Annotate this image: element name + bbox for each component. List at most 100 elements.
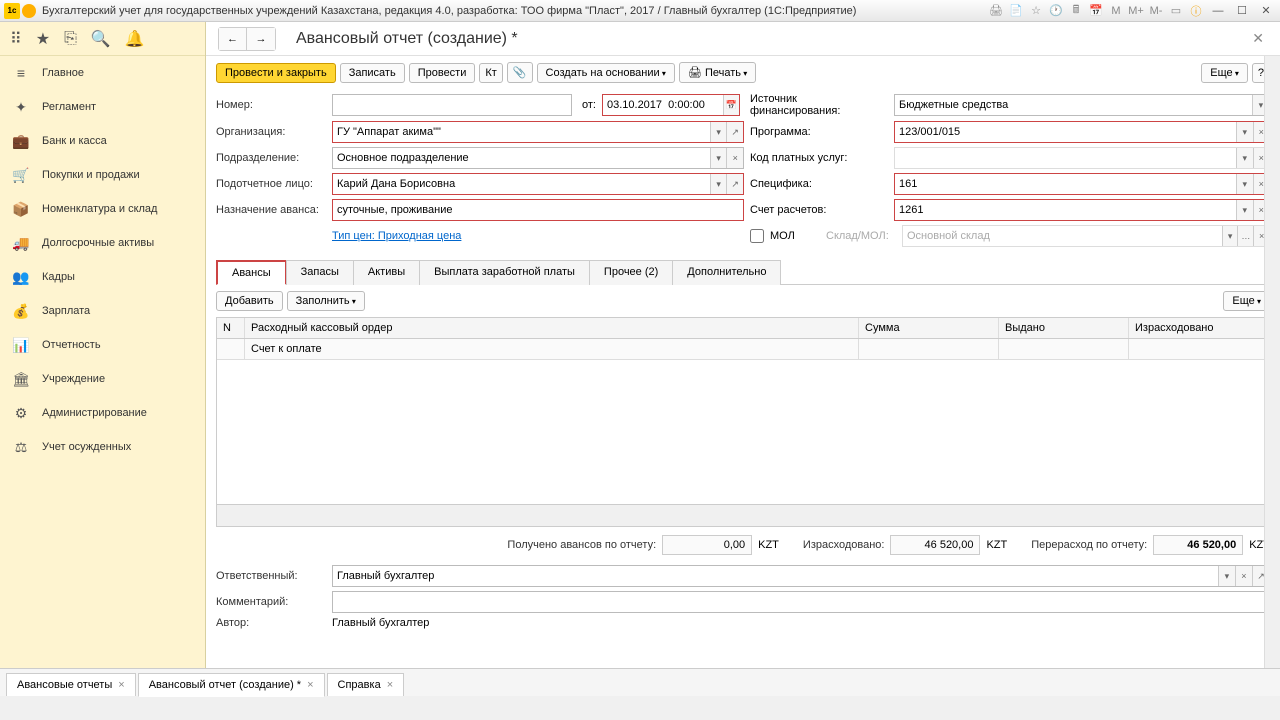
bell-icon[interactable]: 🔔 (125, 29, 145, 49)
tabs: Авансы Запасы Активы Выплата заработной … (216, 259, 1270, 285)
sidebar-item-assets[interactable]: 🚚Долгосрочные активы (0, 226, 205, 260)
mol-checkbox[interactable] (750, 229, 764, 243)
col-sum: Сумма (859, 318, 999, 338)
purpose-input[interactable] (332, 199, 744, 221)
scrollbar[interactable] (1264, 56, 1280, 668)
add-button[interactable]: Добавить (216, 291, 283, 311)
post-button[interactable]: Провести (409, 63, 476, 83)
sidebar-item-salary[interactable]: 💰Зарплата (0, 294, 205, 328)
close-button[interactable]: ✕ (1256, 3, 1276, 19)
apps-icon[interactable]: ⠿ (10, 29, 22, 49)
create-based-button[interactable]: Создать на основании ▾ (537, 63, 675, 83)
tab-extra[interactable]: Дополнительно (672, 260, 781, 285)
forward-button[interactable]: → (247, 28, 275, 50)
truck-icon: 🚚 (12, 235, 30, 252)
close-icon[interactable]: × (118, 679, 124, 691)
mplus-icon[interactable]: M+ (1128, 3, 1144, 19)
search-icon[interactable]: 🔍 (91, 29, 111, 49)
close-page-button[interactable]: ✕ (1248, 26, 1268, 51)
help-icon[interactable]: ⓘ (1188, 3, 1204, 19)
more-button-2[interactable]: Еще ▾ (1223, 291, 1270, 311)
favorite-icon[interactable]: ★ (36, 29, 50, 49)
save-button[interactable]: Записать (340, 63, 405, 83)
over-label: Перерасход по отчету: (1031, 539, 1147, 551)
sidebar-item-prison[interactable]: ⚖Учет осужденных (0, 430, 205, 464)
calendar-icon[interactable]: 📅 (1088, 3, 1104, 19)
print-button[interactable]: 🖨 Печать ▾ (679, 62, 756, 83)
bottom-tab-current[interactable]: Авансовый отчет (создание) *× (138, 673, 325, 697)
date-input[interactable]: 📅 (602, 94, 740, 116)
maximize-button[interactable]: ☐ (1232, 3, 1252, 19)
dropdown-icon[interactable]: ▾ (1236, 200, 1252, 220)
tab-other[interactable]: Прочее (2) (589, 260, 673, 285)
sidebar-item-main[interactable]: ≡Главное (0, 56, 205, 90)
paidcode-input[interactable]: ▾× (894, 147, 1270, 169)
sidebar-item-purchases[interactable]: 🛒Покупки и продажи (0, 158, 205, 192)
sidebar-item-reports[interactable]: 📊Отчетность (0, 328, 205, 362)
acct-input[interactable]: ▾× (894, 199, 1270, 221)
warehouse-input[interactable]: ▾…× (902, 225, 1270, 247)
fill-button[interactable]: Заполнить ▾ (287, 291, 365, 311)
dt-kt-button[interactable]: Кт (479, 63, 502, 83)
panel-icon[interactable]: ▭ (1168, 3, 1184, 19)
post-close-button[interactable]: Провести и закрыть (216, 63, 336, 83)
dropdown-icon[interactable]: ▾ (1236, 148, 1252, 168)
sidebar-item-org[interactable]: 🏛Учреждение (0, 362, 205, 396)
tab-salary[interactable]: Выплата заработной платы (419, 260, 590, 285)
purpose-label: Назначение аванса: (216, 204, 326, 216)
finsrc-input[interactable]: ▾ (894, 94, 1270, 116)
dropdown-icon[interactable]: ▾ (710, 122, 727, 142)
sidebar-item-stock[interactable]: 📦Номенклатура и склад (0, 192, 205, 226)
star-icon[interactable]: ☆ (1028, 3, 1044, 19)
program-input[interactable]: ▾× (894, 121, 1270, 143)
comment-input[interactable] (332, 591, 1270, 613)
cart-icon: 🛒 (12, 167, 30, 184)
dropdown-icon[interactable]: ▾ (1218, 566, 1235, 586)
dropdown-icon[interactable]: ▾ (710, 174, 727, 194)
author-value: Главный бухгалтер (332, 617, 429, 629)
minimize-button[interactable]: — (1208, 3, 1228, 19)
org-input[interactable]: ▾↗ (332, 121, 744, 143)
sidebar-item-admin[interactable]: ⚙Администрирование (0, 396, 205, 430)
dept-input[interactable]: ▾× (332, 147, 744, 169)
sidebar-item-reglament[interactable]: ✦Регламент (0, 90, 205, 124)
tab-advances[interactable]: Авансы (216, 260, 287, 285)
from-label: от: (582, 99, 596, 111)
dropdown-icon[interactable]: ▾ (710, 148, 727, 168)
close-icon[interactable]: × (307, 679, 313, 691)
tab-stock[interactable]: Запасы (286, 260, 354, 285)
attach-button[interactable]: 📎 (507, 62, 533, 83)
open-icon[interactable]: ↗ (726, 122, 743, 142)
dropdown-icon[interactable]: ▾ (1236, 122, 1252, 142)
tool-icon[interactable]: 📄 (1008, 3, 1024, 19)
number-input[interactable] (332, 94, 572, 116)
nav-label: Отчетность (42, 339, 101, 351)
more-icon[interactable]: … (1237, 226, 1253, 246)
table-body[interactable] (217, 360, 1269, 504)
sidebar-item-bank[interactable]: 💼Банк и касса (0, 124, 205, 158)
tab-assets[interactable]: Активы (353, 260, 420, 285)
clock-icon[interactable]: 🕐 (1048, 3, 1064, 19)
person-input[interactable]: ▾↗ (332, 173, 744, 195)
m-icon[interactable]: M (1108, 3, 1124, 19)
mminus-icon[interactable]: M- (1148, 3, 1164, 19)
clear-icon[interactable]: × (1235, 566, 1252, 586)
spec-input[interactable]: ▾× (894, 173, 1270, 195)
sidebar-item-hr[interactable]: 👥Кадры (0, 260, 205, 294)
history-icon[interactable]: ⎘ (64, 30, 77, 48)
bottom-tab-list[interactable]: Авансовые отчеты× (6, 673, 136, 696)
dropdown-icon[interactable]: ▾ (1222, 226, 1238, 246)
dropdown-icon[interactable] (22, 4, 36, 18)
more-button[interactable]: Еще ▾ (1201, 63, 1248, 83)
clear-icon[interactable]: × (726, 148, 743, 168)
print-icon[interactable]: 🖨 (988, 3, 1004, 19)
close-icon[interactable]: × (387, 679, 393, 691)
bottom-tab-help[interactable]: Справка× (327, 673, 405, 696)
calc-icon[interactable]: 🖩 (1068, 3, 1084, 19)
calendar-icon[interactable]: 📅 (723, 95, 739, 115)
price-type-link[interactable]: Тип цен: Приходная цена (332, 230, 461, 242)
back-button[interactable]: ← (219, 28, 247, 50)
resp-input[interactable]: ▾×↗ (332, 565, 1270, 587)
open-icon[interactable]: ↗ (726, 174, 743, 194)
dropdown-icon[interactable]: ▾ (1236, 174, 1252, 194)
